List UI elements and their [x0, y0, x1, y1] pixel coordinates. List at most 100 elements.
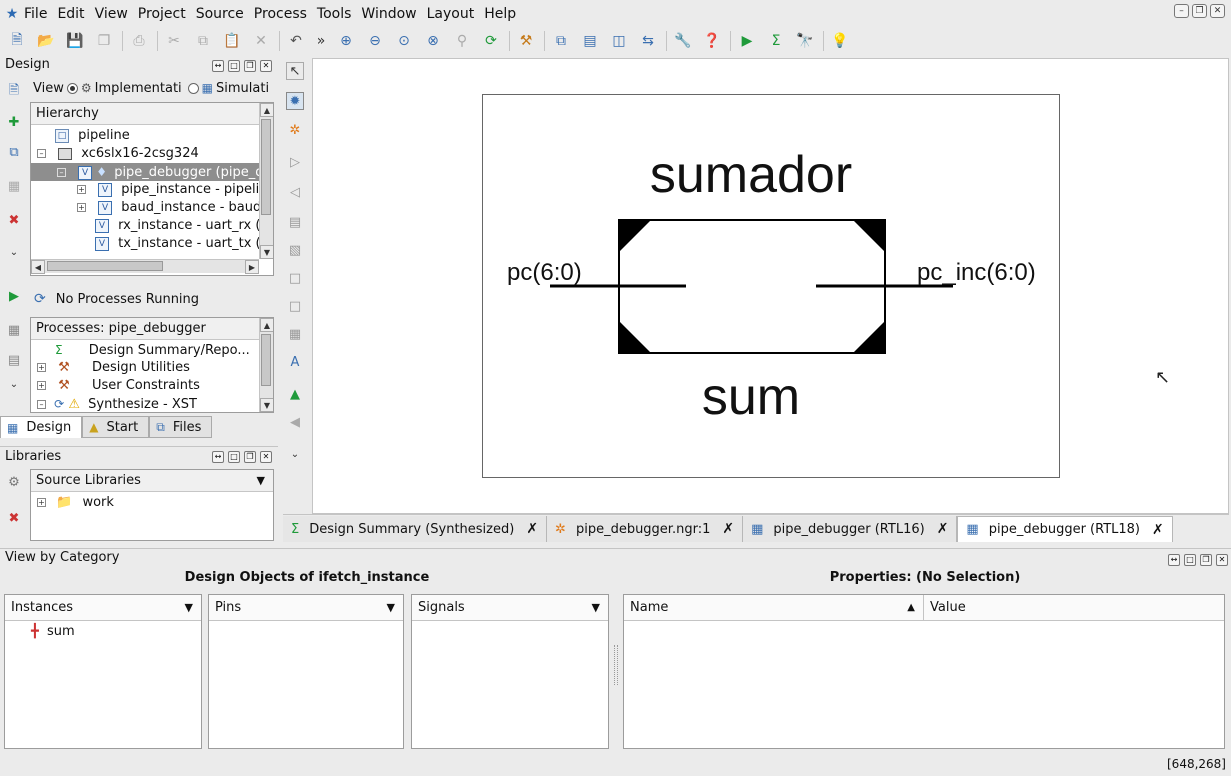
close-icon[interactable]: ✗ — [937, 521, 949, 537]
schematic-canvas[interactable]: sumador pc(6:0) pc_inc(6:0) sum ↖ — [312, 58, 1229, 514]
text-tool-icon[interactable]: A — [286, 354, 304, 372]
select-arrow-icon[interactable]: ↖ — [286, 62, 304, 80]
cut-icon[interactable]: ✂ — [163, 30, 185, 52]
scroll-thumb[interactable] — [261, 119, 271, 215]
add-icon[interactable]: □ — [286, 270, 304, 288]
scroll-thumb[interactable] — [261, 334, 271, 386]
save-all-icon[interactable]: ❐ — [93, 30, 115, 52]
pane-maximize-button[interactable]: ❐ — [244, 60, 256, 72]
hammer-icon[interactable]: ⚒ — [515, 30, 537, 52]
expand-more-icon[interactable]: ⌄ — [5, 244, 23, 262]
close-window-button[interactable]: ✕ — [1210, 4, 1225, 18]
tree-item-pipeline[interactable]: □ pipeline — [31, 127, 259, 145]
menu-window[interactable]: Window — [361, 6, 416, 22]
name-column-header[interactable]: Name ▲ — [624, 595, 924, 620]
scroll-right-icon[interactable]: ▶ — [245, 260, 259, 274]
scroll-up-icon[interactable]: ▲ — [260, 103, 273, 117]
instances-dropdown[interactable]: Instances ▼ — [5, 595, 201, 621]
pane-float-button[interactable]: ↔ — [212, 60, 224, 72]
menu-view[interactable]: View — [95, 6, 128, 22]
collapse-icon[interactable]: – — [37, 149, 46, 158]
minimize-button[interactable]: – — [1174, 4, 1189, 18]
back-icon[interactable]: ◁ — [286, 184, 304, 202]
expand-icon[interactable]: + — [37, 498, 46, 507]
tree-item-rx-instance[interactable]: V rx_instance - uart_rx ( — [31, 217, 259, 235]
process-design-utilities[interactable]: + ⚒ Design Utilities — [31, 359, 273, 377]
signals-dropdown[interactable]: Signals ▼ — [412, 595, 608, 621]
pane-minimize-button[interactable]: □ — [1184, 554, 1196, 566]
remove-icon[interactable]: □ — [286, 298, 304, 316]
more-icon[interactable]: » — [314, 30, 328, 52]
telescope-icon[interactable]: 🔭 — [794, 30, 816, 52]
simulation-label[interactable]: Simulati — [216, 81, 269, 96]
forward-icon[interactable]: ▷ — [286, 154, 304, 172]
process-user-constraints[interactable]: + ⚒ User Constraints — [31, 377, 273, 395]
hierarchy-hscrollbar[interactable]: ◀ ▶ — [31, 259, 259, 274]
tab-files[interactable]: ⧉ Files — [149, 416, 213, 438]
remove-source-icon[interactable]: ✖ — [5, 212, 23, 230]
add-source-icon[interactable]: ✚ — [5, 114, 23, 132]
process-design-summary[interactable]: Σ Design Summary/Repo... — [31, 341, 273, 359]
export-icon[interactable]: ▲ — [286, 386, 304, 404]
instance-item-sum[interactable]: ╋ sum — [5, 623, 201, 641]
pane-close-button[interactable]: ✕ — [260, 451, 272, 463]
run-icon[interactable]: ▶ — [736, 30, 758, 52]
doc-tab-ngr[interactable]: ✲ pipe_debugger.ngr:1 ✗ — [547, 516, 744, 542]
print-icon[interactable]: ⎙ — [128, 30, 150, 52]
cascade-icon[interactable]: ⧉ — [550, 30, 572, 52]
scroll-up-icon[interactable]: ▲ — [260, 318, 273, 332]
pane-maximize-button[interactable]: ❐ — [1200, 554, 1212, 566]
wrench-icon[interactable]: 🔧 — [672, 30, 694, 52]
tree-item-baud-instance[interactable]: + V baud_instance - baud — [31, 199, 259, 217]
value-column-header[interactable]: Value — [924, 595, 1224, 620]
pane-maximize-button[interactable]: ❐ — [244, 451, 256, 463]
menu-process[interactable]: Process — [254, 6, 307, 22]
save-icon[interactable]: 💾 — [64, 30, 86, 52]
close-icon[interactable]: ✗ — [526, 521, 538, 537]
process-synthesize[interactable]: – ⟳ ⚠ Synthesize - XST — [31, 395, 273, 412]
menu-help[interactable]: Help — [484, 6, 516, 22]
pane-minimize-button[interactable]: □ — [228, 451, 240, 463]
close-icon[interactable]: ✗ — [1152, 522, 1164, 538]
collapse-icon[interactable]: – — [57, 168, 66, 177]
expand-more-icon[interactable]: ⌄ — [286, 446, 304, 464]
tree-item-pipe-instance[interactable]: + V pipe_instance - pipelin — [31, 181, 259, 199]
pane-float-button[interactable]: ↔ — [1168, 554, 1180, 566]
tree-item-tx-instance[interactable]: V tx_instance - uart_tx ( — [31, 235, 259, 253]
scroll-down-icon[interactable]: ▼ — [260, 398, 273, 412]
view-switch-icon[interactable]: 🗎 — [5, 82, 23, 100]
restore-button[interactable]: ❐ — [1192, 4, 1207, 18]
zoom-select-icon[interactable]: ⚲ — [451, 30, 473, 52]
process-hierarchy-icon[interactable]: ▦ — [5, 322, 23, 340]
simulation-radio[interactable] — [187, 82, 199, 94]
processes-vscrollbar[interactable]: ▲ ▼ — [259, 318, 273, 412]
zoom-in-icon[interactable]: ⊕ — [335, 30, 357, 52]
paste-icon[interactable]: 📋 — [221, 30, 243, 52]
pane-close-button[interactable]: ✕ — [1216, 554, 1228, 566]
expand-more-icon[interactable]: ⌄ — [5, 376, 23, 394]
expand-icon[interactable]: + — [77, 203, 86, 212]
delete-icon[interactable]: ✕ — [250, 30, 272, 52]
doc-tab-rtl18[interactable]: ▦ pipe_debugger (RTL18) ✗ — [957, 516, 1173, 542]
source-libraries-dropdown[interactable]: Source Libraries ▼ — [31, 470, 273, 492]
implementation-label[interactable]: Implementati — [95, 81, 182, 96]
scroll-left-icon[interactable]: ◀ — [31, 260, 45, 274]
add-copy-icon[interactable]: ⧉ — [5, 144, 23, 162]
tile-horizontal-icon[interactable]: ▤ — [579, 30, 601, 52]
zoom-fit-icon[interactable]: ⊙ — [393, 30, 415, 52]
lightbulb-icon[interactable]: 💡 — [829, 30, 851, 52]
pane-minimize-button[interactable]: □ — [228, 60, 240, 72]
pins-dropdown[interactable]: Pins ▼ — [209, 595, 403, 621]
sigma-icon[interactable]: Σ — [765, 30, 787, 52]
scroll-thumb[interactable] — [47, 261, 163, 271]
previous-icon[interactable]: ◀ — [286, 414, 304, 432]
expand-icon[interactable]: + — [77, 185, 86, 194]
process-properties-icon[interactable]: ▤ — [5, 352, 23, 370]
scroll-down-icon[interactable]: ▼ — [260, 245, 273, 259]
collapse-icon[interactable]: – — [37, 400, 46, 409]
remove-library-icon[interactable]: ✖ — [5, 510, 23, 528]
expand-net-icon[interactable]: ✲ — [286, 122, 304, 140]
new-file-icon[interactable]: 🗎 — [6, 30, 28, 52]
pane-float-button[interactable]: ↔ — [212, 451, 224, 463]
menu-source[interactable]: Source — [196, 6, 244, 22]
